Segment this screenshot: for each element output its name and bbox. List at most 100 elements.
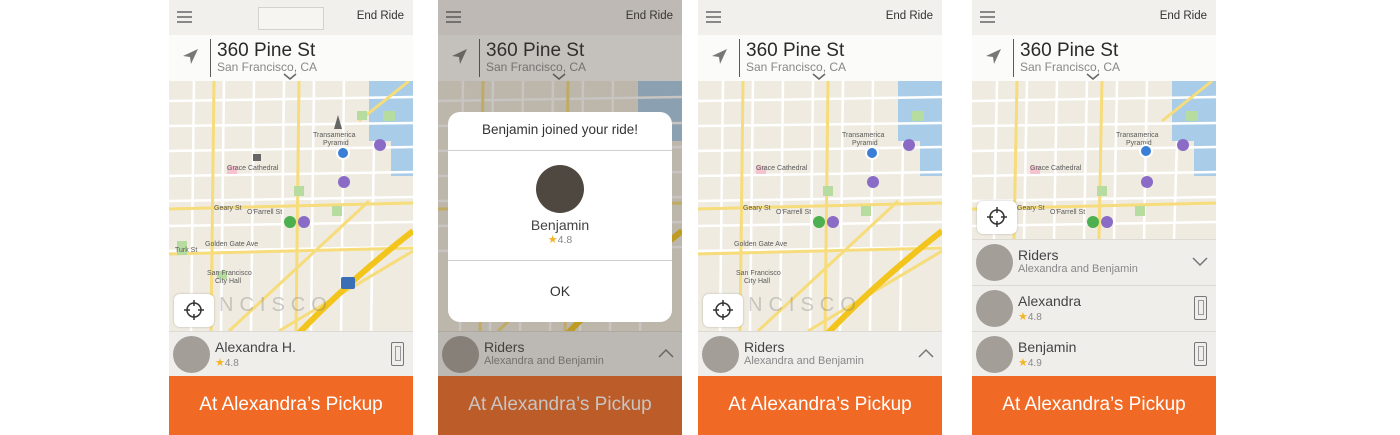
transit-icon xyxy=(374,139,386,151)
chevron-down-icon[interactable] xyxy=(812,73,826,81)
church-icon xyxy=(253,154,261,161)
screen-1: End Ride 360 Pine St San Francisco, CA T… xyxy=(169,0,413,435)
dialog-rider-name: Benjamin xyxy=(530,217,590,233)
end-ride-button[interactable]: End Ride xyxy=(1160,10,1207,22)
riders-summary-row[interactable]: Riders Alexandra and Benjamin xyxy=(698,331,942,377)
riders-title: Riders xyxy=(744,339,785,355)
address-bar[interactable]: 360 Pine St San Francisco, CA xyxy=(698,35,942,81)
pickup-status-button[interactable]: At Alexandra’s Pickup xyxy=(169,376,413,435)
map-label: Grace Cathedral xyxy=(227,165,279,172)
map-label: Geary St xyxy=(1017,205,1045,212)
rider-joined-dialog: Benjamin joined your ride! Benjamin ★4.8… xyxy=(448,112,672,322)
map-label: City Hall xyxy=(744,278,771,285)
map-label: Transamerica xyxy=(842,132,885,139)
city-label: San Francisco, CA xyxy=(217,60,318,74)
rider-row[interactable]: Benjamin ★4.9 xyxy=(972,331,1216,377)
avatar xyxy=(976,290,1013,327)
rider-rating: ★4.8 xyxy=(1018,311,1042,323)
map-label: Grace Cathedral xyxy=(1030,165,1082,172)
crosshair-icon xyxy=(184,300,204,320)
phone-icon[interactable] xyxy=(391,342,404,366)
pickup-marker xyxy=(1087,216,1099,228)
map-label: Transamerica xyxy=(313,132,356,139)
rider-rating: ★4.8 xyxy=(215,357,239,369)
divider xyxy=(210,39,211,77)
chevron-down-icon[interactable] xyxy=(1086,73,1100,81)
avatar xyxy=(702,336,739,373)
rider-row[interactable]: Alexandra ★4.8 xyxy=(972,285,1216,331)
avatar xyxy=(536,165,584,213)
screen-4: End Ride 360 Pine St San Francisco, CA T… xyxy=(972,0,1216,435)
recenter-button[interactable] xyxy=(174,294,214,327)
recenter-button[interactable] xyxy=(703,294,743,327)
rider-row[interactable]: Alexandra H. ★4.8 xyxy=(169,331,413,377)
avatar xyxy=(976,244,1013,281)
map-city-watermark: NCISCO xyxy=(219,294,333,316)
screen-2: End Ride 360 Pine St San Francisco, CA R… xyxy=(438,0,682,435)
riders-summary-row[interactable]: Riders Alexandra and Benjamin xyxy=(972,239,1216,285)
map-label: City Hall xyxy=(215,278,242,285)
logo-placeholder xyxy=(258,7,324,30)
landmark-pyramid-icon xyxy=(334,115,342,129)
ok-button[interactable]: OK xyxy=(448,261,672,322)
rider-name: Alexandra H. xyxy=(215,339,296,355)
transit-icon xyxy=(338,176,350,188)
end-ride-button[interactable]: End Ride xyxy=(357,10,404,22)
map-city-watermark: NCISCO xyxy=(748,294,862,316)
map-label: Golden Gate Ave xyxy=(205,241,259,248)
end-ride-button[interactable]: End Ride xyxy=(886,10,933,22)
user-location-marker xyxy=(865,146,879,160)
transit-icon xyxy=(1141,176,1153,188)
navigation-arrow-icon xyxy=(712,49,727,64)
map[interactable]: Transamerica Pyramid Grace Cathedral Gea… xyxy=(169,81,413,333)
map[interactable]: Transamerica Pyramid Grace Cathedral Gea… xyxy=(972,81,1216,239)
pickup-marker xyxy=(813,216,825,228)
city-label: San Francisco, CA xyxy=(1020,60,1121,74)
transit-icon xyxy=(1101,216,1113,228)
navigation-arrow-icon xyxy=(183,49,198,64)
pickup-status-button[interactable]: At Alexandra’s Pickup xyxy=(698,376,942,435)
map-label: San Francisco xyxy=(736,270,781,277)
star-icon: ★ xyxy=(1018,311,1028,323)
phone-icon[interactable] xyxy=(1194,296,1207,320)
navigation-arrow-icon xyxy=(986,49,1001,64)
transit-icon xyxy=(867,176,879,188)
map-label: Golden Gate Ave xyxy=(734,241,788,248)
pickup-marker xyxy=(284,216,296,228)
chevron-down-icon[interactable] xyxy=(1192,256,1208,266)
map-label: Geary St xyxy=(214,205,242,212)
transit-icon xyxy=(298,216,310,228)
chevron-up-icon[interactable] xyxy=(918,348,934,358)
menu-icon[interactable] xyxy=(980,11,995,23)
map[interactable]: Transamerica Pyramid Grace Cathedral Gea… xyxy=(698,81,942,333)
transit-icon xyxy=(1177,139,1189,151)
rider-name: Alexandra xyxy=(1018,293,1082,309)
menu-icon[interactable] xyxy=(706,11,721,23)
map-label: Transamerica xyxy=(1116,132,1159,139)
user-location-marker xyxy=(336,146,350,160)
address-bar[interactable]: 360 Pine St San Francisco, CA xyxy=(972,35,1216,81)
map-label: San Francisco xyxy=(207,270,252,277)
map-label: O'Farrell St xyxy=(776,209,812,216)
map-label: Geary St xyxy=(743,205,771,212)
rider-name: Benjamin xyxy=(1018,339,1077,355)
top-bar: End Ride xyxy=(169,0,413,35)
pickup-status-button[interactable]: At Alexandra’s Pickup xyxy=(972,376,1216,435)
star-icon: ★ xyxy=(547,234,558,246)
screen-3: End Ride 360 Pine St San Francisco, CA T… xyxy=(698,0,942,435)
map-label: Turk St xyxy=(175,247,198,254)
menu-icon[interactable] xyxy=(177,11,192,23)
divider xyxy=(1013,39,1014,77)
top-bar: End Ride xyxy=(698,0,942,35)
star-icon: ★ xyxy=(1018,357,1028,369)
recenter-button[interactable] xyxy=(977,201,1017,234)
address-bar[interactable]: 360 Pine St San Francisco, CA xyxy=(169,35,413,81)
riders-subtitle: Alexandra and Benjamin xyxy=(744,355,864,367)
crosshair-icon xyxy=(713,300,733,320)
chevron-down-icon[interactable] xyxy=(283,73,297,81)
avatar xyxy=(976,336,1013,373)
avatar xyxy=(173,336,210,373)
riders-title: Riders xyxy=(1018,247,1059,263)
phone-icon[interactable] xyxy=(1194,342,1207,366)
dialog-title: Benjamin joined your ride! xyxy=(448,112,672,151)
